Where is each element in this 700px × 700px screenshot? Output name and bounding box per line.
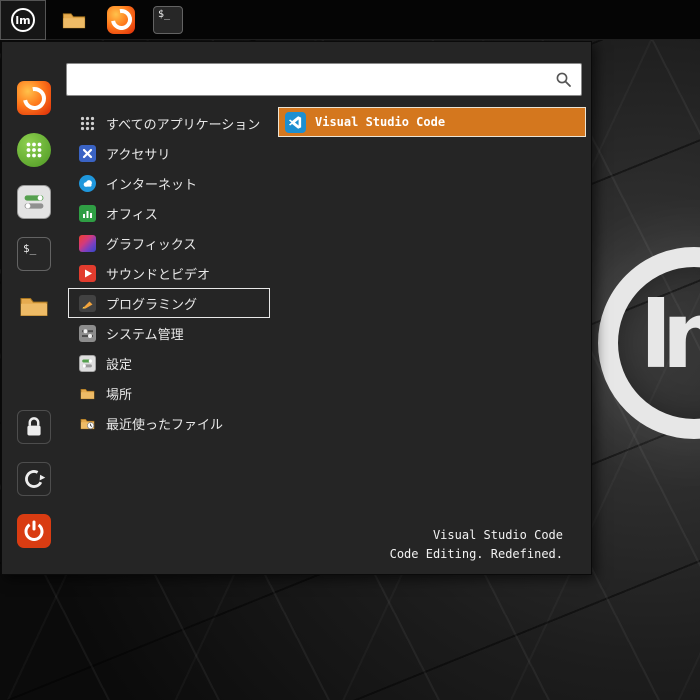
selection-subtitle: Code Editing. Redefined.: [389, 547, 563, 561]
favorite-terminal[interactable]: $_: [17, 237, 51, 271]
category-office[interactable]: オフィス: [68, 198, 270, 228]
internet-icon: [79, 174, 96, 192]
category-label: インターネット: [106, 177, 198, 193]
selection-title: Visual Studio Code: [432, 528, 563, 542]
category-all-applications[interactable]: すべてのアプリケーション: [68, 108, 270, 138]
quit-button[interactable]: [17, 514, 51, 548]
files-icon: [20, 298, 48, 316]
firefox-launcher[interactable]: [105, 4, 137, 36]
lock-screen-icon: [27, 417, 41, 436]
selection-info: Visual Studio Code Code Editing. Redefin…: [390, 526, 563, 564]
places-icon: [79, 385, 96, 402]
search-icon: [556, 72, 571, 87]
terminal-launcher[interactable]: $_: [152, 4, 184, 36]
favorite-firefox[interactable]: [17, 81, 51, 115]
terminal-icon: $_: [17, 237, 51, 271]
recent-files-icon: [79, 415, 96, 432]
category-label: すべてのアプリケーション: [106, 117, 261, 133]
category-label: サウンドとビデオ: [106, 267, 211, 283]
administration-icon: [79, 324, 96, 342]
preferences-icon: [79, 354, 96, 372]
vscode-icon: [285, 111, 306, 133]
firefox-icon: [107, 5, 135, 34]
application-menu: $_ すべてのアプリケーション アクセサリ インターネット オフィス グラフィッ…: [1, 41, 592, 575]
graphics-icon: [79, 234, 96, 252]
firefox-icon: [17, 81, 51, 115]
favorite-system-settings[interactable]: [17, 185, 51, 219]
software-manager-icon: [26, 142, 42, 158]
menu-button[interactable]: lm: [0, 0, 46, 40]
app-item-label: Visual Studio Code: [315, 115, 446, 129]
category-recent-files[interactable]: 最近使ったファイル: [68, 408, 270, 438]
terminal-icon: $_: [153, 5, 183, 34]
quit-icon: [24, 520, 44, 541]
category-label: 場所: [106, 387, 133, 403]
category-label: グラフィックス: [106, 237, 197, 253]
category-label: オフィス: [106, 207, 158, 223]
application-list: Visual Studio Code: [278, 107, 586, 137]
top-panel: lm $_: [0, 0, 700, 40]
logout-button[interactable]: [17, 462, 51, 496]
search-input[interactable]: [76, 71, 555, 88]
search-bar: [66, 63, 582, 96]
category-administration[interactable]: システム管理: [68, 318, 270, 348]
logout-icon: [25, 470, 46, 488]
category-places[interactable]: 場所: [68, 378, 270, 408]
category-preferences[interactable]: 設定: [68, 348, 270, 378]
sound-video-icon: [79, 264, 96, 282]
category-programming[interactable]: プログラミング: [68, 288, 270, 318]
svg-text:lm: lm: [15, 14, 30, 27]
linuxmint-logo-icon: lm: [11, 7, 35, 32]
panel-launchers: $_: [58, 4, 184, 36]
lock-screen-button[interactable]: [17, 410, 51, 444]
category-label: プログラミング: [106, 297, 198, 313]
linuxmint-emblem-letters: lm: [640, 281, 700, 389]
programming-icon: [79, 294, 96, 312]
office-icon: [79, 204, 96, 222]
files-icon: [62, 12, 86, 28]
category-label: アクセサリ: [106, 147, 171, 163]
category-label: 最近使ったファイル: [106, 417, 224, 433]
category-label: システム管理: [106, 327, 184, 343]
app-item-visual-studio-code[interactable]: Visual Studio Code: [278, 107, 586, 137]
category-graphics[interactable]: グラフィックス: [68, 228, 270, 258]
category-internet[interactable]: インターネット: [68, 168, 270, 198]
category-sound-video[interactable]: サウンドとビデオ: [68, 258, 270, 288]
category-label: 設定: [106, 357, 133, 373]
all-applications-icon: [79, 115, 96, 132]
accessories-icon: [79, 144, 96, 162]
category-list: すべてのアプリケーション アクセサリ インターネット オフィス グラフィックス …: [68, 108, 270, 438]
files-launcher[interactable]: [58, 4, 90, 36]
favorite-files[interactable]: [17, 289, 51, 323]
favorite-software-manager[interactable]: [17, 133, 51, 167]
system-settings-icon: [24, 195, 44, 209]
category-accessories[interactable]: アクセサリ: [68, 138, 270, 168]
